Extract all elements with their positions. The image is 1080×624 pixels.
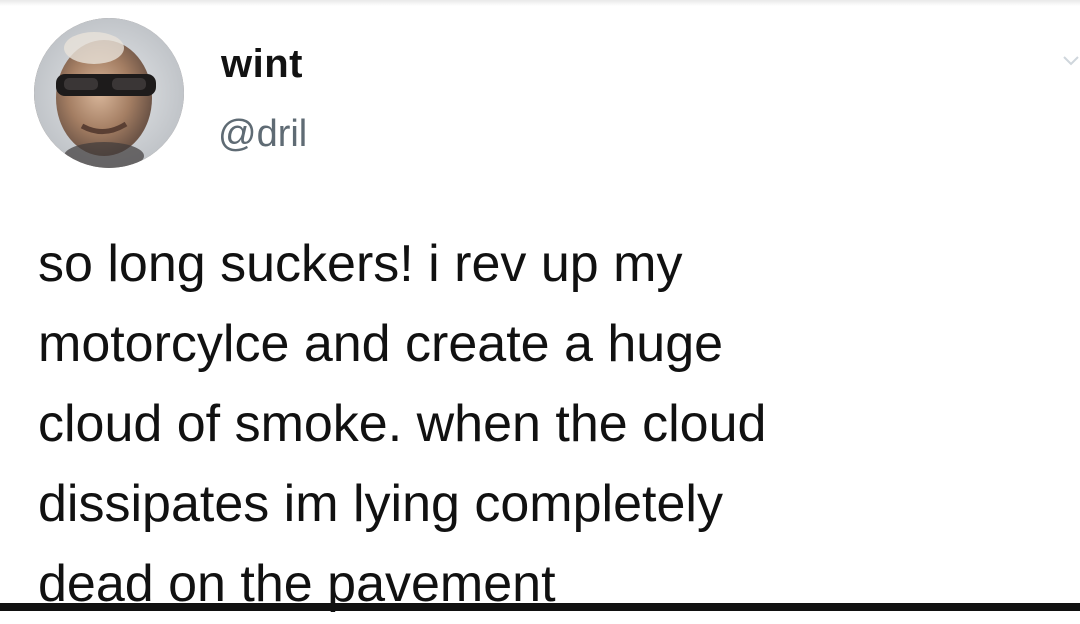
tweet-card: wint @dril so long suckers! i rev up my … [0,0,1080,613]
tweet-text: so long suckers! i rev up my motorcylce … [38,224,1058,624]
profile-photo-icon [34,18,184,168]
display-name[interactable]: wint [221,42,303,87]
chevron-down-icon [1063,56,1079,66]
avatar[interactable] [34,18,184,168]
bottom-edge [0,603,1080,611]
tweet-text-line: dissipates im lying completely [38,475,723,533]
tweet-text-line: so long suckers! i rev up my [38,235,683,293]
top-edge [0,0,1080,6]
tweet-text-line: dead on the pavement [38,555,556,613]
tweet-menu-button[interactable] [1062,52,1080,70]
tweet-text-line: motorcylce and create a huge [38,315,724,373]
tweet-text-line: cloud of smoke. when the cloud [38,395,767,453]
user-handle[interactable]: @dril [218,113,307,156]
